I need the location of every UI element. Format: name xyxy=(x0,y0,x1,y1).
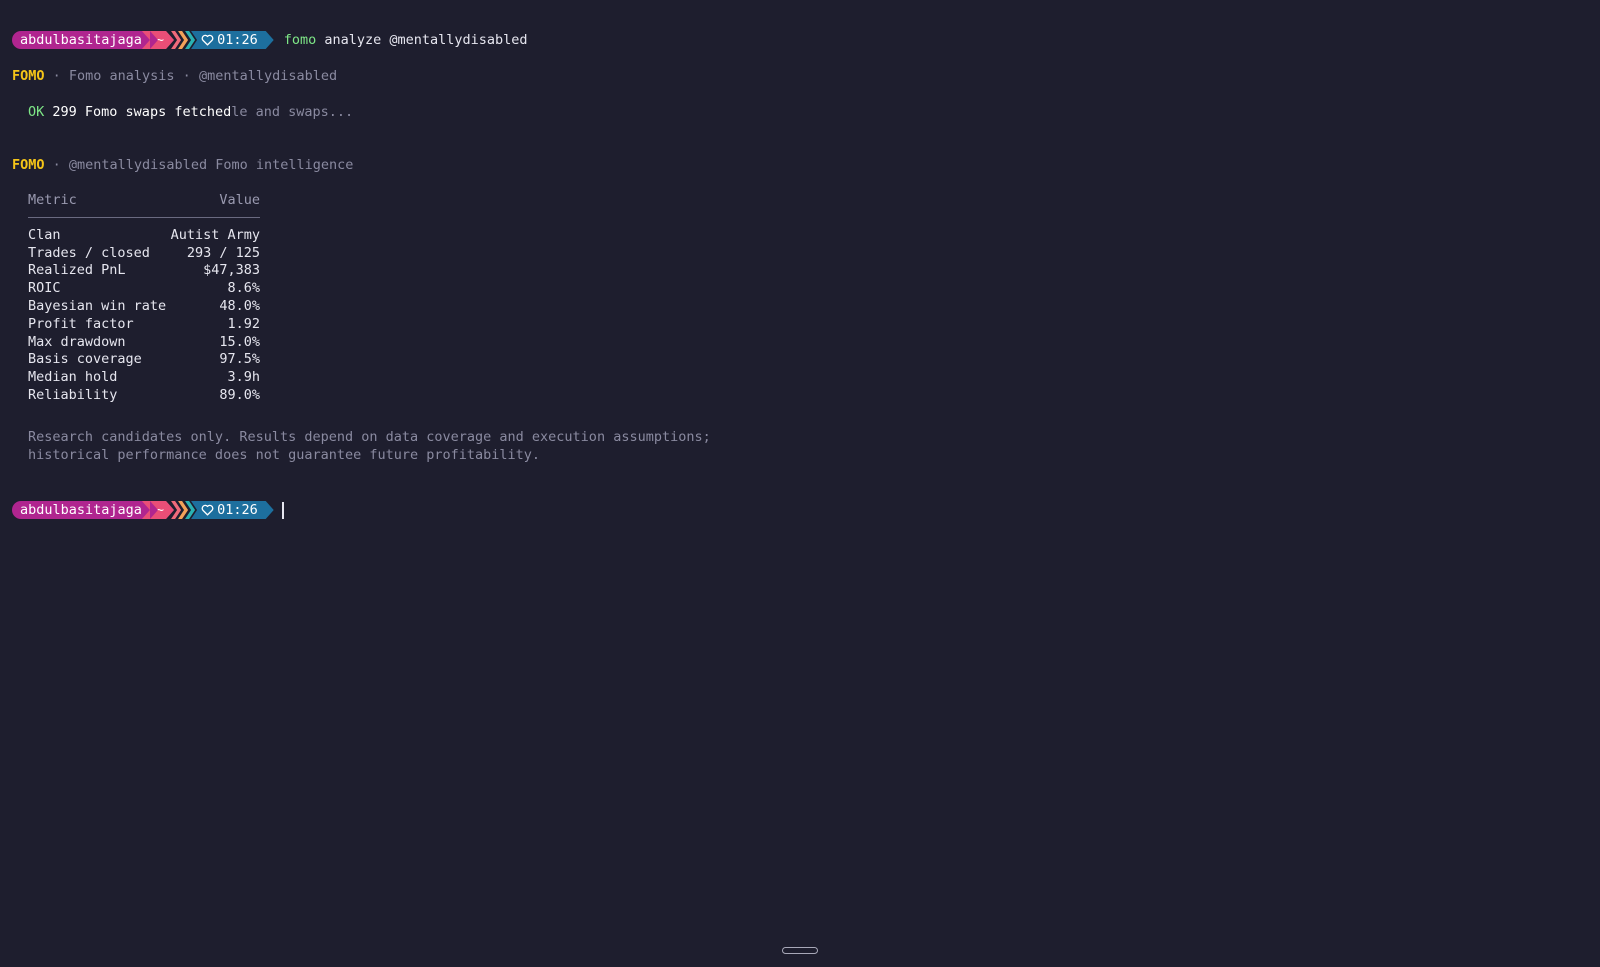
command-line: fomo analyze @mentallydisabled xyxy=(284,31,528,49)
table-row: ROIC 8.6% xyxy=(28,280,260,298)
metric-name: Clan xyxy=(28,226,61,243)
home-indicator[interactable] xyxy=(782,947,818,954)
metrics-table: Metric Value Clan Autist Army Trades / cl… xyxy=(28,192,260,405)
heart-icon xyxy=(201,504,214,516)
prompt-time: 01:26 xyxy=(217,32,258,48)
table-row: Trades / closed 293 / 125 xyxy=(28,245,260,263)
column-header-value: Value xyxy=(219,192,260,208)
status-ghost-text: le and swaps... xyxy=(231,104,354,120)
disclaimer-line-1: Research candidates only. Results depend… xyxy=(28,429,711,445)
table-row: Median hold 3.9h xyxy=(28,369,260,387)
metric-value: 1.92 xyxy=(227,315,260,332)
intelligence-header: FOMO · @mentallydisabled Fomo intelligen… xyxy=(12,156,353,174)
metric-name: Median hold xyxy=(28,369,118,386)
metric-name: ROIC xyxy=(28,280,61,297)
prompt-line-top: abdulbasitajaga ~ 01:26 fomo analyze @me… xyxy=(12,31,528,49)
metric-value: 293 / 125 xyxy=(186,244,260,261)
metric-value: 3.9h xyxy=(227,369,260,386)
column-header-metric: Metric xyxy=(28,192,77,208)
table-row: Clan Autist Army xyxy=(28,227,260,245)
metric-value: 89.0% xyxy=(219,386,260,403)
table-header: Metric Value xyxy=(28,192,260,210)
prompt-time-segment: 01:26 xyxy=(191,501,274,519)
metric-value: $47,383 xyxy=(203,262,260,279)
metric-value: 97.5% xyxy=(219,351,260,368)
table-row: Basis coverage 97.5% xyxy=(28,351,260,369)
command-args: analyze @mentallydisabled xyxy=(324,32,528,48)
text-cursor[interactable] xyxy=(281,501,284,519)
prompt-user: abdulbasitajaga xyxy=(20,32,142,48)
metric-name: Max drawdown xyxy=(28,333,126,350)
table-row: Profit factor 1.92 xyxy=(28,316,260,334)
table-row: Bayesian win rate 48.0% xyxy=(28,298,260,316)
metric-name: Basis coverage xyxy=(28,351,142,368)
metric-value: Autist Army xyxy=(170,226,260,243)
intelligence-header-text: · @mentallydisabled Fomo intelligence xyxy=(44,157,354,173)
metric-name: Reliability xyxy=(28,386,118,403)
prompt-user: abdulbasitajaga xyxy=(20,502,142,518)
table-divider xyxy=(28,216,260,218)
prompt-user-segment: abdulbasitajaga xyxy=(12,501,158,519)
metric-value: 8.6% xyxy=(227,280,260,297)
metric-name: Profit factor xyxy=(28,315,134,332)
brand-label: FOMO xyxy=(12,68,45,84)
prompt-user-segment: abdulbasitajaga xyxy=(12,31,158,49)
metric-value: 48.0% xyxy=(219,297,260,314)
status-message: 299 Fomo swaps fetched xyxy=(52,104,232,120)
status-line: OK 299 Fomo swaps fetchedle and swaps... xyxy=(28,103,353,121)
analysis-header: FOMO · Fomo analysis · @mentallydisabled xyxy=(12,67,337,85)
table-row: Reliability 89.0% xyxy=(28,387,260,405)
analysis-header-text: · Fomo analysis · @mentallydisabled xyxy=(44,68,338,84)
heart-icon xyxy=(201,34,214,46)
prompt-line-bottom[interactable]: abdulbasitajaga ~ 01:26 xyxy=(12,501,284,519)
table-row: Max drawdown 15.0% xyxy=(28,334,260,352)
metric-name: Bayesian win rate xyxy=(28,297,167,314)
prompt-time: 01:26 xyxy=(217,502,258,518)
metric-name: Trades / closed xyxy=(28,244,150,261)
metric-value: 15.0% xyxy=(219,333,260,350)
status-ok: OK xyxy=(28,104,45,120)
prompt-time-segment: 01:26 xyxy=(191,31,274,49)
table-row: Realized PnL $47,383 xyxy=(28,262,260,280)
command-binary: fomo xyxy=(283,32,317,48)
brand-label: FOMO xyxy=(12,157,45,173)
disclaimer-line-2: historical performance does not guarante… xyxy=(28,447,541,463)
metric-name: Realized PnL xyxy=(28,262,126,279)
